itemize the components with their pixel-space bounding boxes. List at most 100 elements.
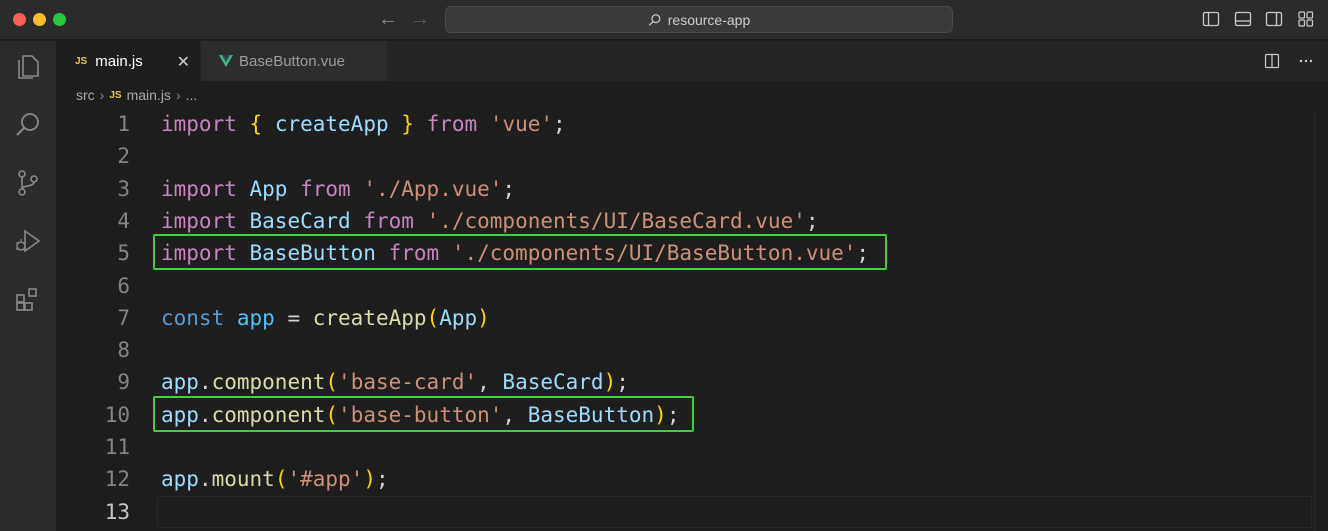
code-token: import [161, 112, 237, 136]
line-number: 4 [117, 208, 130, 233]
code-text: const app = createApp(App) [161, 306, 490, 330]
line-number: 10 [104, 402, 130, 427]
split-editor-icon[interactable] [1264, 53, 1280, 69]
code-editor[interactable]: 1 import { createApp } from 'vue'; 2 3 impor… [57, 109, 1328, 531]
code-line: 13 [57, 496, 1312, 528]
code-token: ; [805, 208, 819, 233]
code-token: } [401, 112, 414, 136]
code-token: App [249, 176, 288, 201]
more-actions-icon[interactable] [1298, 53, 1314, 69]
code-text: app.component('base-card', BaseCard); [161, 370, 629, 394]
maximize-window-button[interactable] [53, 13, 66, 26]
line-number: 13 [104, 499, 130, 524]
js-file-icon: JS [109, 89, 122, 101]
code-token: ; [553, 112, 566, 136]
line-number: 11 [104, 435, 130, 459]
minimize-window-button[interactable] [33, 13, 46, 26]
toggle-panel-icon[interactable] [1234, 10, 1252, 28]
code-token: import [161, 208, 237, 233]
code-line: 11 [57, 431, 1312, 463]
highlight-box [153, 234, 887, 271]
code-token: ) [363, 467, 376, 492]
run-debug-icon[interactable] [12, 225, 44, 257]
toggle-secondary-sidebar-icon[interactable] [1265, 10, 1283, 28]
code-token: ; [375, 467, 389, 492]
back-arrow-icon[interactable]: ← [378, 8, 398, 30]
line-number: 7 [117, 305, 130, 330]
code-line: 4 import BaseCard from './components/UI/B… [57, 205, 1312, 237]
code-token: const [161, 305, 225, 330]
source-control-icon[interactable] [12, 167, 44, 199]
code-token: app [236, 305, 275, 330]
code-token: app [161, 467, 199, 492]
search-icon [648, 13, 661, 26]
code-token: 'vue' [489, 112, 554, 136]
code-token: , [477, 370, 503, 395]
search-icon[interactable] [12, 109, 44, 141]
explorer-icon[interactable] [12, 51, 44, 83]
line-number: 5 [117, 241, 130, 266]
code-token: ; [616, 370, 629, 395]
forward-arrow-icon[interactable]: → [410, 8, 430, 30]
code-line: 2 [57, 140, 1312, 172]
line-number: 8 [117, 338, 130, 363]
highlight-box [153, 395, 694, 432]
code-token: createApp [274, 112, 389, 136]
code-token: app [161, 370, 199, 395]
code-token: '#app' [287, 467, 364, 492]
editor-tab-bar: JS main.js ✕ BaseButton.vue [57, 41, 1328, 81]
title-bar: ← → resource-app [0, 0, 1328, 40]
breadcrumb: src › JS main.js › ... [57, 81, 1328, 109]
tab-main-js[interactable]: JS main.js ✕ [57, 41, 200, 81]
code-token: component [211, 370, 326, 395]
code-token: createApp [312, 305, 427, 330]
extensions-icon[interactable] [12, 283, 44, 315]
customize-layout-icon[interactable] [1297, 10, 1315, 28]
vue-file-icon [219, 55, 233, 67]
window-title: resource-app [667, 11, 751, 28]
code-token: . [198, 370, 212, 395]
breadcrumb-symbol[interactable]: ... [186, 87, 198, 103]
breadcrumb-folder[interactable]: src [76, 87, 95, 103]
command-center-search[interactable]: resource-app [445, 6, 953, 33]
toggle-primary-sidebar-icon[interactable] [1202, 10, 1220, 28]
line-number: 6 [117, 273, 130, 298]
code-text: import { createApp } from 'vue'; [161, 112, 566, 136]
code-line: 7 const app = createApp(App) [57, 302, 1312, 334]
code-token: './components/UI/BaseCard.vue' [426, 208, 806, 233]
activity-bar [0, 41, 57, 531]
code-text: import BaseCard from './components/UI/Ba… [161, 209, 819, 233]
vertical-scrollbar[interactable] [1314, 109, 1328, 531]
code-token: from [426, 112, 478, 136]
code-line: 9 app.component('base-card', BaseCard); [57, 366, 1312, 398]
chevron-right-icon: › [99, 87, 105, 103]
code-token: . [198, 467, 212, 492]
code-token: ) [477, 305, 490, 330]
line-number: 9 [117, 370, 130, 395]
breadcrumb-file[interactable]: main.js [127, 87, 171, 103]
close-icon[interactable]: ✕ [177, 52, 190, 72]
tab-label: main.js [95, 53, 143, 70]
close-window-button[interactable] [13, 13, 26, 26]
tab-basebutton-vue[interactable]: BaseButton.vue [201, 41, 387, 81]
code-token: 'base-card' [338, 370, 478, 395]
code-token: BaseCard [249, 208, 351, 233]
code-token: import [161, 176, 237, 201]
line-number: 12 [104, 467, 130, 492]
code-token: { [249, 112, 263, 136]
code-token: './App.vue' [363, 176, 503, 201]
code-token: ( [426, 305, 440, 330]
code-line: 1 import { createApp } from 'vue'; [57, 108, 1312, 140]
code-token: ) [603, 370, 617, 395]
tab-label: BaseButton.vue [239, 52, 345, 70]
code-token: ( [274, 467, 288, 492]
